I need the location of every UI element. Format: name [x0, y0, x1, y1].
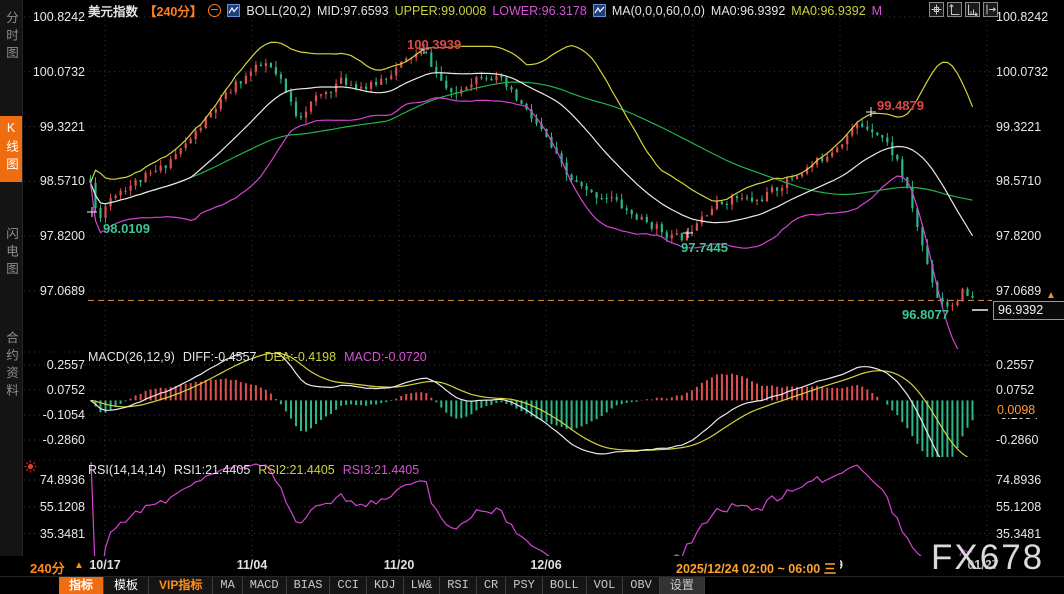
main-axis-label-left: 97.0689	[24, 284, 85, 298]
toolbar-button-RSI[interactable]: RSI	[440, 577, 477, 594]
main-axis-label-left: 97.8200	[24, 229, 85, 243]
price-annotation: 100.3939	[407, 37, 461, 52]
price-annotation: 97.7445	[681, 240, 728, 255]
rsi-axis-label-left: 55.1208	[24, 500, 85, 514]
chart-canvas	[0, 0, 1064, 594]
price-annotation: 96.8077	[902, 307, 949, 322]
boll-upper-value: UPPER:99.0008	[395, 4, 487, 18]
toolbar-button-VOL[interactable]: VOL	[587, 577, 624, 594]
toolbar-button-xx[interactable]: 模板	[104, 577, 149, 594]
main-axis-label-right: 99.3221	[996, 120, 1041, 134]
ma-m-label: M	[872, 4, 882, 18]
chart-header: 美元指数 【240分】 BOLL(20,2) MID:97.6593 UPPER…	[88, 3, 882, 18]
price-annotation: 98.0109	[103, 221, 150, 236]
date-tick-label: 11/04	[237, 558, 268, 572]
main-axis-label-left: 100.8242	[24, 10, 85, 24]
indicator-toolbar: 指标模板VIP指标MAMACDBIASCCIKDJLW&RSICRPSYBOLL…	[0, 576, 1064, 594]
timeframe-arrow-icon[interactable]: ▲	[74, 560, 84, 571]
main-axis-label-right: 100.0732	[996, 65, 1048, 79]
main-axis-label-right: 100.8242	[996, 10, 1048, 24]
boll-mid-value: MID:97.6593	[317, 4, 389, 18]
sidebar: 分时图 K线图闪电图合约资料	[0, 0, 23, 556]
macd-axis-label-left: -0.2860	[24, 433, 85, 447]
macd-axis-label-left: -0.1054	[24, 408, 85, 422]
rsi-title: RSI(14,14,14)	[88, 463, 166, 477]
main-axis-label-right: 97.0689	[996, 284, 1041, 298]
rsi-axis-label-right: 74.8936	[996, 473, 1041, 487]
toolbar-button-xx[interactable]: 设置	[660, 577, 705, 594]
time-axis-row: 240分 ▲ 2025/12/24 02:00 ~ 06:00 三 10/17 1…	[22, 556, 1064, 576]
date-tick-label: 12/06	[530, 558, 561, 572]
collapse-icon[interactable]	[208, 4, 221, 17]
main-axis-label-right: 98.5710	[996, 174, 1041, 188]
sidebar-tab-2[interactable]: K线图	[0, 116, 22, 182]
symbol-title: 美元指数	[88, 1, 138, 20]
chart-tools	[929, 2, 998, 17]
rsi-axis-label-right: 35.3481	[996, 527, 1041, 541]
macd-diff-value: DIFF:-0.4557	[183, 350, 257, 364]
last-price-box: 96.9392	[993, 301, 1064, 320]
period-tag: 【240分】	[144, 1, 202, 20]
toolbar-button-LWx[interactable]: LW&	[404, 577, 441, 594]
macd-title: MACD(26,12,9)	[88, 350, 175, 364]
toolbar-button-BIAS[interactable]: BIAS	[287, 577, 331, 594]
boll-lower-value: LOWER:96.3178	[492, 4, 587, 18]
price-annotation: 99.4879	[877, 98, 924, 113]
x-axis-scale-icon[interactable]	[965, 2, 980, 17]
toolbar-button-PSY[interactable]: PSY	[506, 577, 543, 594]
toolbar-button-OBV[interactable]: OBV	[623, 577, 660, 594]
main-axis-label-left: 99.3221	[24, 120, 85, 134]
macd-current-badge: 0.0098	[994, 403, 1038, 418]
pan-right-icon[interactable]	[983, 2, 998, 17]
ma-chart-icon[interactable]	[593, 4, 606, 17]
rsi2-value: RSI2:21.4405	[258, 463, 334, 477]
main-axis-label-left: 100.0732	[24, 65, 85, 79]
toolbar-button-MA[interactable]: MA	[213, 577, 242, 594]
crosshair-tool-icon[interactable]	[929, 2, 944, 17]
macd-dea-value: DEA:-0.4198	[264, 350, 336, 364]
date-tick-label: 10/17	[89, 558, 120, 572]
crosshair-time-label: 2025/12/24 02:00 ~ 06:00 三	[672, 557, 840, 578]
toolbar-button-VIPxx[interactable]: VIP指标	[149, 577, 213, 594]
boll-chart-icon[interactable]	[227, 4, 240, 17]
ma0-value-yellow: MA0:96.9392	[791, 4, 865, 18]
toolbar-button-BOLL[interactable]: BOLL	[543, 577, 587, 594]
alarm-icon[interactable]	[24, 460, 37, 478]
toolbar-button-MACD[interactable]: MACD	[243, 577, 287, 594]
main-axis-label-right: 97.8200	[996, 229, 1041, 243]
rsi-header: RSI(14,14,14) RSI1:21.4405 RSI2:21.4405 …	[88, 463, 419, 477]
macd-header: MACD(26,12,9) DIFF:-0.4557 DEA:-0.4198 M…	[88, 350, 427, 364]
macd-axis-label-right: -0.2860	[996, 433, 1038, 447]
toolbar-button-CCI[interactable]: CCI	[330, 577, 367, 594]
timeframe-label[interactable]: 240分	[30, 558, 65, 577]
boll-label: BOLL(20,2)	[246, 4, 311, 18]
sidebar-tab-1[interactable]: 分时图	[0, 6, 22, 71]
date-tick-label: 11/20	[384, 558, 415, 572]
macd-value: MACD:-0.0720	[344, 350, 427, 364]
price-pointer-icon: ▲	[1046, 290, 1056, 301]
macd-axis-label-right: 0.2557	[996, 358, 1034, 372]
y-axis-scale-icon[interactable]	[947, 2, 962, 17]
sidebar-tab-4[interactable]: 合约资料	[0, 326, 22, 408]
rsi1-value: RSI1:21.4405	[174, 463, 250, 477]
rsi3-value: RSI3:21.4405	[343, 463, 419, 477]
toolbar-button-CR[interactable]: CR	[477, 577, 506, 594]
ma0-value-white: MA0:96.9392	[711, 4, 785, 18]
rsi-axis-label-left: 35.3481	[24, 527, 85, 541]
ma-label: MA(0,0,0,60,0,0)	[612, 4, 705, 18]
sidebar-tab-3[interactable]: 闪电图	[0, 222, 22, 287]
toolbar-button-xx[interactable]: 指标	[59, 577, 104, 594]
macd-axis-label-left: 0.0752	[24, 383, 85, 397]
rsi-axis-label-right: 55.1208	[996, 500, 1041, 514]
toolbar-button-KDJ[interactable]: KDJ	[367, 577, 404, 594]
macd-axis-label-left: 0.2557	[24, 358, 85, 372]
macd-axis-label-right: 0.0752	[996, 383, 1034, 397]
date-tick-label: 01/27	[967, 558, 998, 572]
main-axis-label-left: 98.5710	[24, 174, 85, 188]
